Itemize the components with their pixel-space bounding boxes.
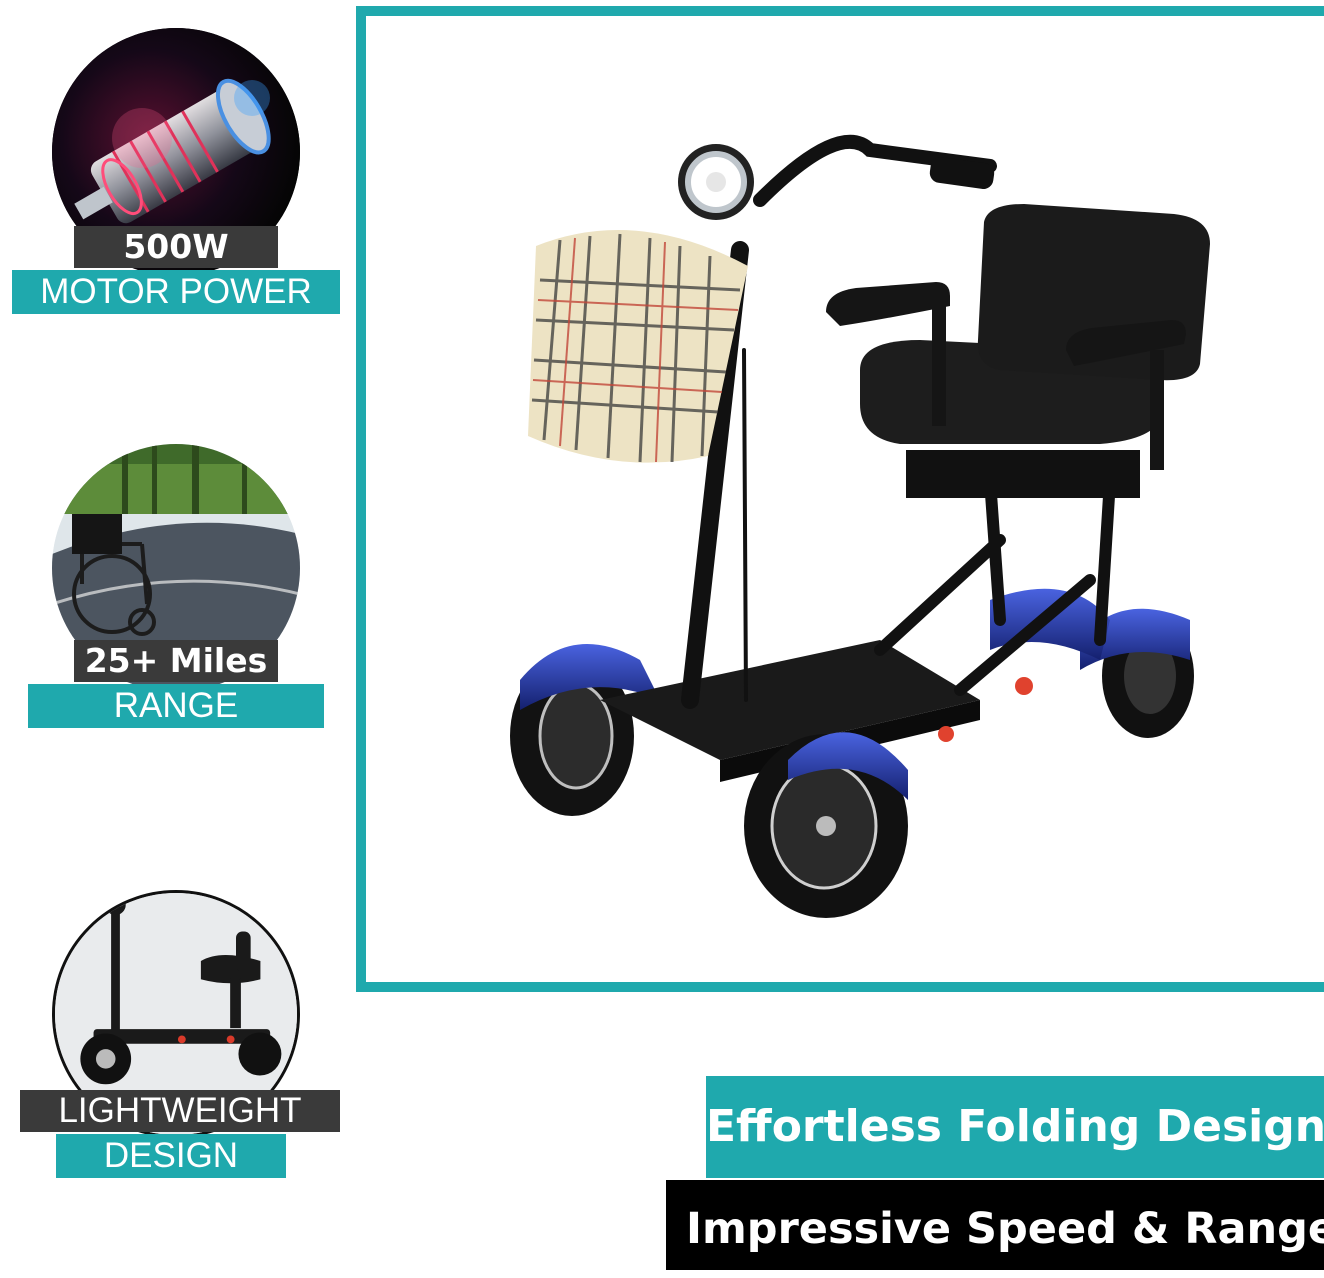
mobility-scooter-icon [510, 134, 1210, 918]
feature-subtitle-motor: MOTOR POWER [12, 270, 340, 314]
feature-title-range: 25+ Miles [74, 640, 278, 682]
feature-subtitle-range: RANGE [28, 684, 324, 728]
product-frame [356, 6, 1324, 992]
folding-design-banner: Effortless Folding Design [706, 1076, 1324, 1178]
feature-title-lightweight: LIGHTWEIGHT [20, 1090, 340, 1132]
speed-range-banner: Impressive Speed & Range [666, 1180, 1324, 1270]
feature-title-motor: 500W [74, 226, 278, 268]
feature-subtitle-lightweight: DESIGN [56, 1134, 286, 1178]
